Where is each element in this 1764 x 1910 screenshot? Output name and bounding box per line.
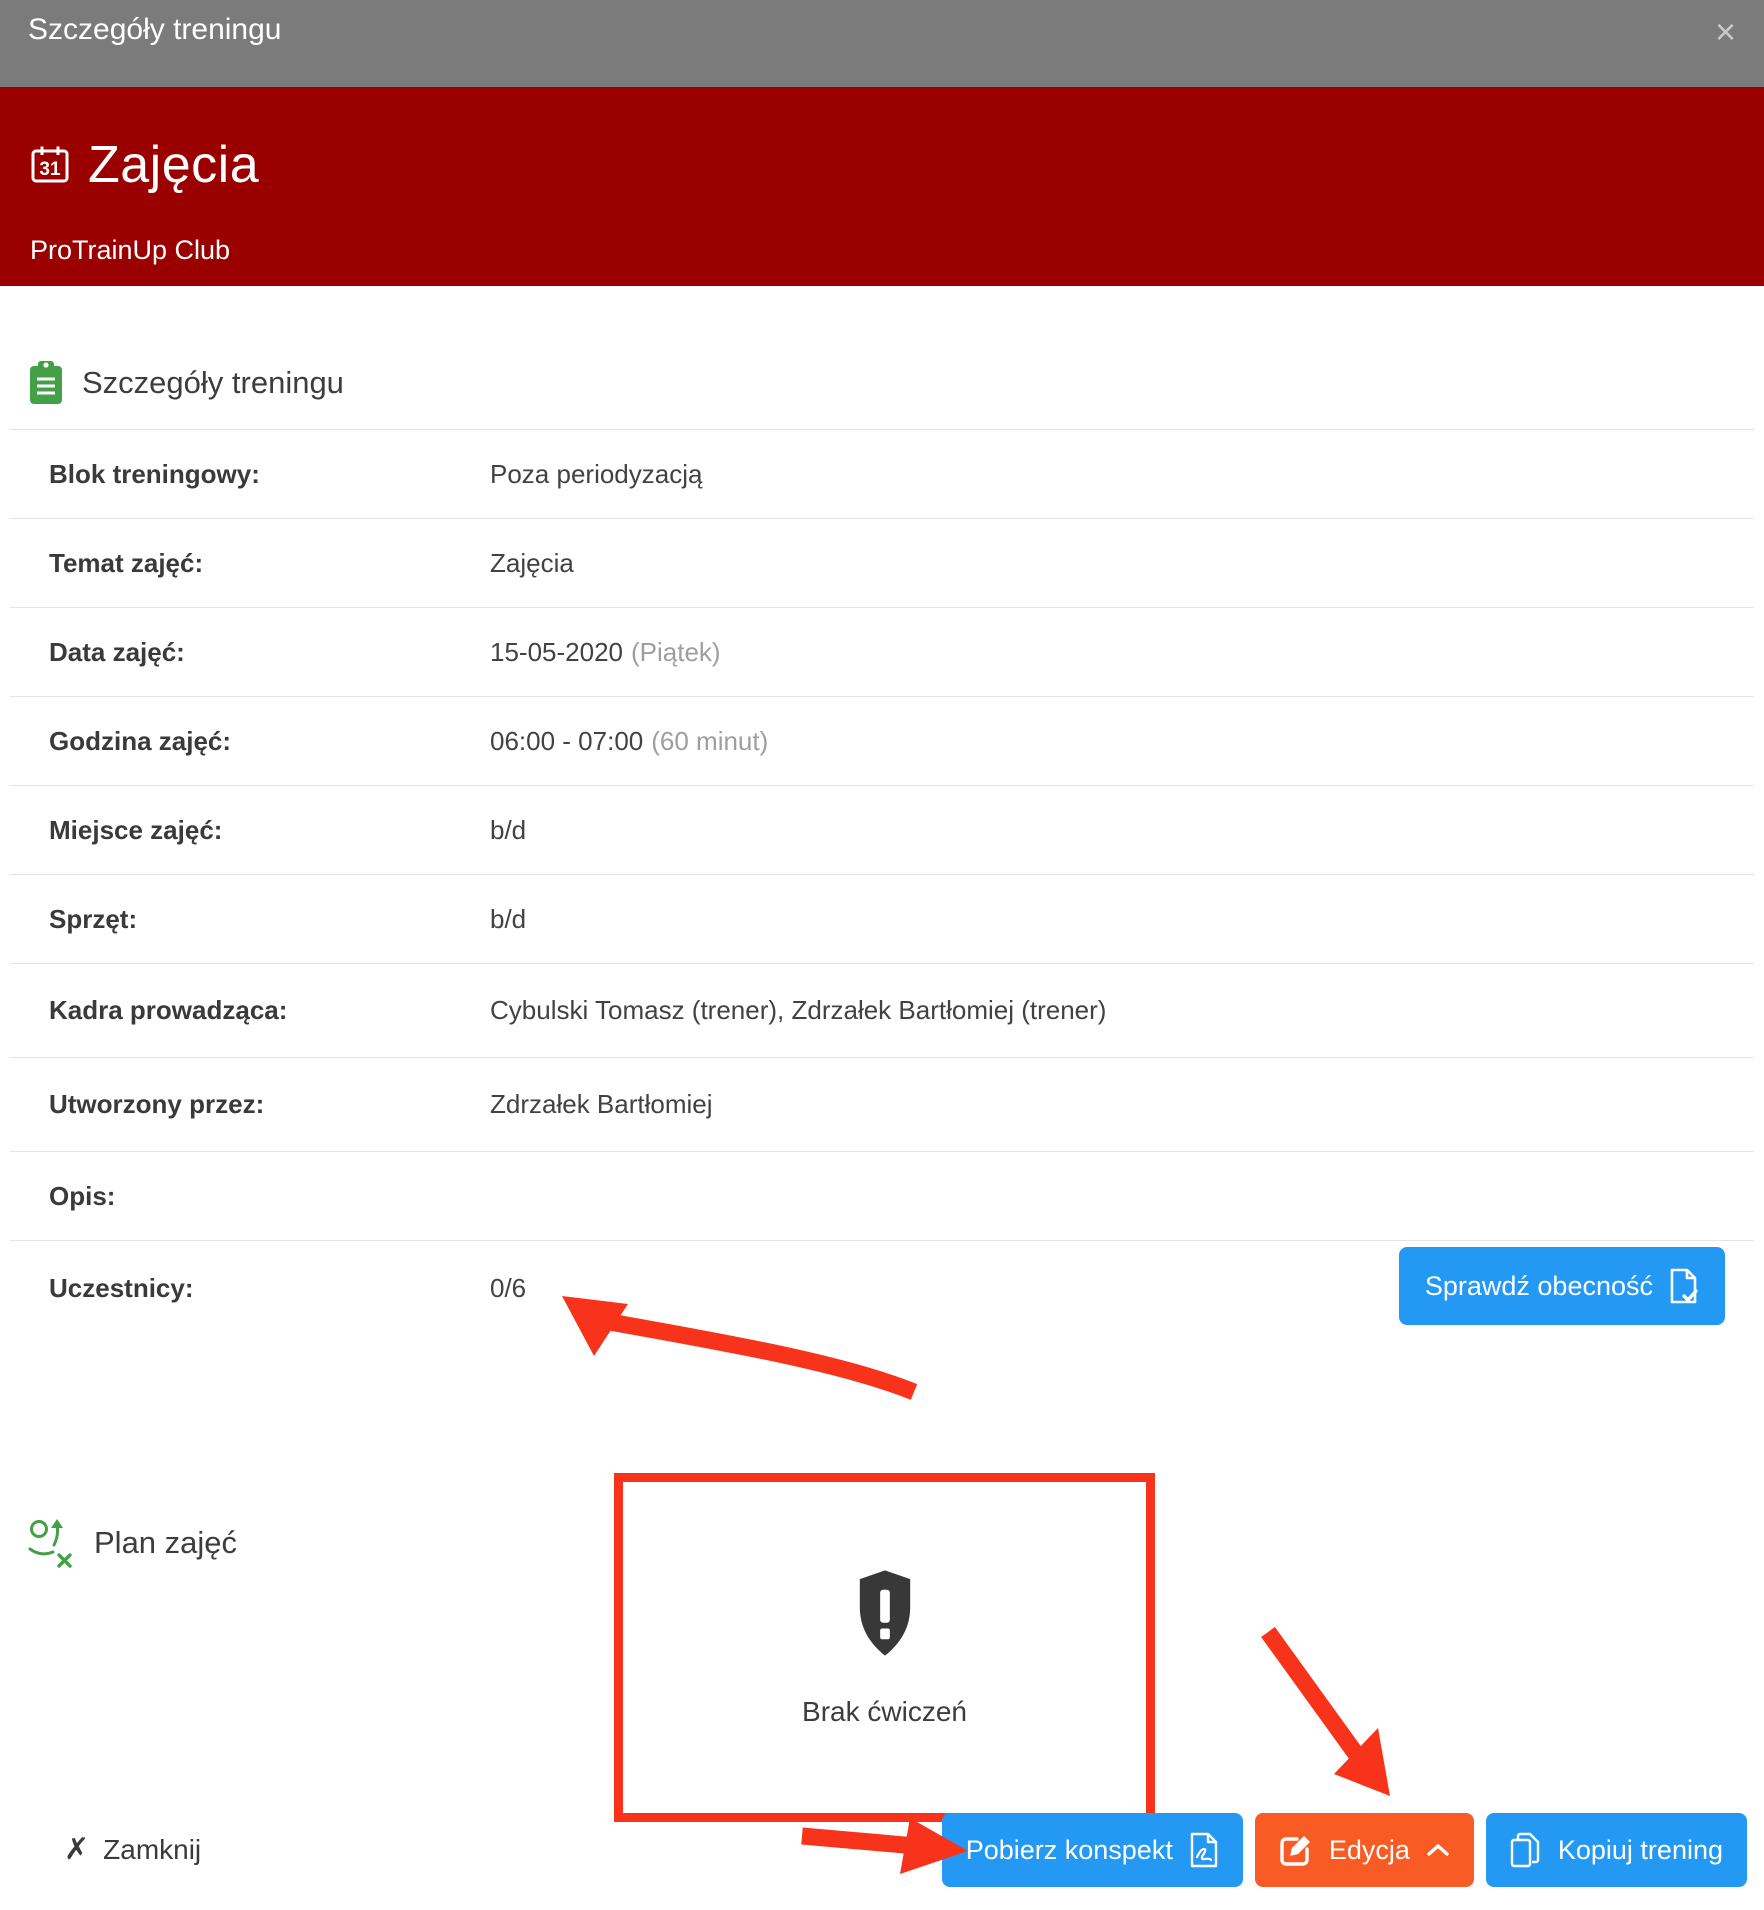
table-row: Opis: <box>10 1151 1754 1240</box>
check-attendance-label: Sprawdź obecność <box>1425 1271 1653 1302</box>
table-row: Data zajęć: 15-05-2020 (Piątek) <box>10 607 1754 696</box>
modal-header: Szczegóły treningu × <box>0 0 1764 87</box>
no-exercises-panel-annotation-box: Brak ćwiczeń <box>614 1473 1155 1822</box>
row-value: Zajęcia <box>490 548 574 579</box>
row-label: Data zajęć: <box>49 637 490 668</box>
modal-body: Szczegóły treningu Blok treningowy: Poza… <box>0 286 1764 1569</box>
row-value: b/d <box>490 815 526 846</box>
details-heading-label: Szczegóły treningu <box>82 361 344 405</box>
row-value-muted: (Piątek) <box>631 637 721 668</box>
training-banner: 31 Zajęcia ProTrainUp Club <box>0 87 1764 286</box>
chevron-up-icon <box>1426 1843 1450 1857</box>
document-check-icon <box>1669 1267 1699 1305</box>
row-label: Temat zajęć: <box>49 548 490 579</box>
table-row: Miejsce zajęć: b/d <box>10 785 1754 874</box>
row-label: Blok treningowy: <box>49 459 490 490</box>
row-value: 15-05-2020 <box>490 637 623 668</box>
participants-count: 0/6 <box>490 1273 526 1304</box>
row-label: Godzina zajęć: <box>49 726 490 757</box>
details-table: Blok treningowy: Poza periodyzacją Temat… <box>10 429 1754 1513</box>
modal-footer: ✗ Zamknij Pobierz konspekt <box>0 1813 1764 1887</box>
table-row: Blok treningowy: Poza periodyzacją <box>10 429 1754 518</box>
modal-title: Szczegóły treningu <box>28 13 281 47</box>
row-value: Cybulski Tomasz (trener), Zdrzałek Bartł… <box>490 995 1106 1026</box>
calendar-day-number: 31 <box>39 159 61 180</box>
close-label: Zamknij <box>103 1834 201 1866</box>
pdf-file-icon <box>1189 1832 1219 1868</box>
clipboard-icon <box>28 360 64 406</box>
annotation-arrow-edit <box>1240 1608 1410 1808</box>
table-row: Sprzęt: b/d <box>10 874 1754 963</box>
row-value: Zdrzałek Bartłomiej <box>490 1089 713 1120</box>
club-name: ProTrainUp Club <box>30 235 230 266</box>
copy-training-button[interactable]: Kopiuj trening <box>1486 1813 1747 1887</box>
participants-label: Uczestnicy: <box>49 1273 490 1304</box>
check-attendance-button[interactable]: Sprawdź obecność <box>1399 1247 1725 1325</box>
plan-heading-label: Plan zajęć <box>94 1521 237 1565</box>
close-icon[interactable]: × <box>1715 14 1736 50</box>
row-label: Utworzony przez: <box>49 1089 490 1120</box>
row-value: Poza periodyzacją <box>490 459 702 490</box>
row-value: b/d <box>490 904 526 935</box>
shield-exclamation-icon <box>854 1568 916 1660</box>
row-value-muted: (60 minut) <box>651 726 768 757</box>
table-row: Utworzony przez: Zdrzałek Bartłomiej <box>10 1057 1754 1151</box>
close-modal-button[interactable]: ✗ Zamknij <box>64 1834 201 1866</box>
training-title: Zajęcia <box>88 135 259 195</box>
details-heading: Szczegóły treningu <box>28 286 1754 406</box>
table-row: Godzina zajęć: 06:00 - 07:00 (60 minut) <box>10 696 1754 785</box>
no-exercises-message: Brak ćwiczeń <box>802 1696 967 1728</box>
edit-pencil-icon <box>1279 1833 1313 1867</box>
download-outline-button[interactable]: Pobierz konspekt <box>942 1813 1243 1887</box>
row-label: Opis: <box>49 1181 490 1212</box>
row-label: Kadra prowadząca: <box>49 995 490 1026</box>
row-label: Sprzęt: <box>49 904 490 935</box>
table-row: Temat zajęć: Zajęcia <box>10 518 1754 607</box>
copy-icon <box>1510 1832 1542 1868</box>
row-value: 06:00 - 07:00 <box>490 726 643 757</box>
row-label: Miejsce zajęć: <box>49 815 490 846</box>
copy-label: Kopiuj trening <box>1558 1835 1723 1866</box>
table-row: Kadra prowadząca: Cybulski Tomasz (trene… <box>10 963 1754 1057</box>
edit-button[interactable]: Edycja <box>1255 1813 1474 1887</box>
download-label: Pobierz konspekt <box>966 1835 1173 1866</box>
edit-label: Edycja <box>1329 1835 1410 1866</box>
tactics-icon <box>28 1517 76 1569</box>
calendar-icon: 31 <box>30 145 70 185</box>
close-x-icon: ✗ <box>64 1835 89 1865</box>
training-details-modal: Szczegóły treningu × 31 Zajęcia ProTrain… <box>0 0 1764 1569</box>
